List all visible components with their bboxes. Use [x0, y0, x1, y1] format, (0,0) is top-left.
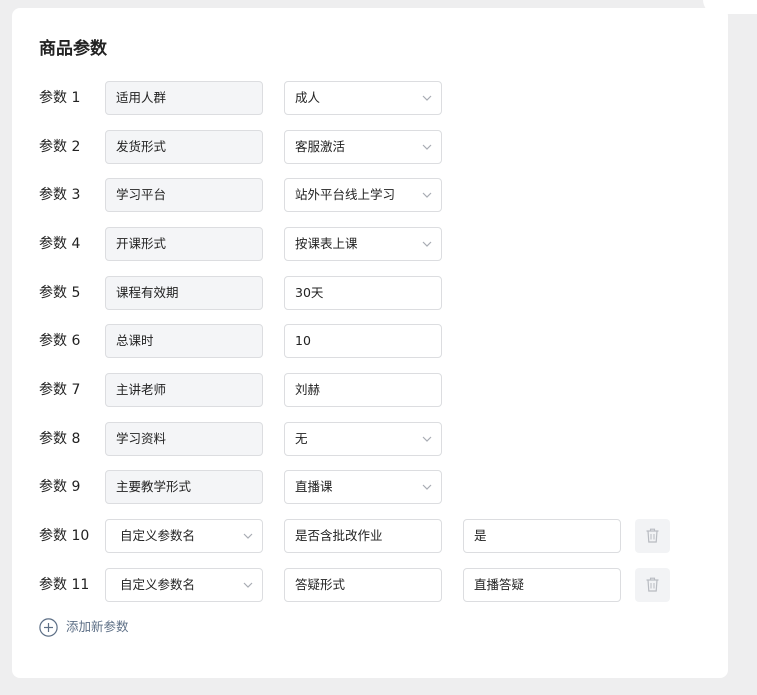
- param-type-select[interactable]: 自定义参数名: [105, 568, 263, 602]
- param-name-input[interactable]: 答疑形式: [284, 568, 442, 602]
- param-value-text: 直播课: [295, 479, 333, 494]
- param-row-custom: 参数 11 自定义参数名 答疑形式 直播答疑: [12, 568, 728, 602]
- param-row: 参数 6 总课时 10: [12, 324, 728, 358]
- param-value-text: 是: [474, 528, 487, 543]
- add-param-label: 添加新参数: [66, 619, 129, 634]
- param-value-text: 站外平台线上学习: [295, 187, 396, 202]
- param-name-text: 学习资料: [116, 431, 167, 446]
- chevron-down-icon: [422, 241, 432, 247]
- param-value-input[interactable]: 刘赫: [284, 373, 442, 407]
- param-name-text: 发货形式: [116, 139, 167, 154]
- param-row: 参数 3 学习平台 站外平台线上学习: [12, 178, 728, 212]
- chevron-down-icon: [422, 436, 432, 442]
- param-name-field: 主要教学形式: [105, 470, 263, 504]
- chevron-down-icon: [422, 144, 432, 150]
- trash-icon: [646, 528, 659, 543]
- param-value-select[interactable]: 无: [284, 422, 442, 456]
- params-panel: 商品参数 参数 1 适用人群 成人 参数 2 发货形式 客服激活 参数 3 学习…: [12, 8, 728, 678]
- param-value-select[interactable]: 成人: [284, 81, 442, 115]
- param-name-text: 主讲老师: [116, 382, 167, 397]
- param-value-text: 成人: [295, 90, 321, 105]
- param-label: 参数 2: [39, 139, 81, 155]
- plus-circle-icon: [39, 617, 58, 637]
- param-label: 参数 11: [39, 577, 90, 593]
- param-name-field: 总课时: [105, 324, 263, 358]
- param-value-input[interactable]: 直播答疑: [463, 568, 621, 602]
- param-value-input[interactable]: 是: [463, 519, 621, 553]
- param-label: 参数 8: [39, 431, 81, 447]
- param-label: 参数 6: [39, 333, 81, 349]
- chevron-down-icon: [422, 192, 432, 198]
- param-name-field: 课程有效期: [105, 276, 263, 310]
- delete-param-button[interactable]: [635, 568, 670, 602]
- trash-icon: [646, 577, 659, 592]
- param-row: 参数 5 课程有效期 30天: [12, 276, 728, 310]
- param-value-select[interactable]: 站外平台线上学习: [284, 178, 442, 212]
- param-name-text: 答疑形式: [295, 577, 346, 592]
- param-name-text: 课程有效期: [116, 285, 179, 300]
- section-title: 商品参数: [39, 39, 107, 59]
- param-type-text: 自定义参数名: [120, 577, 196, 592]
- param-label: 参数 1: [39, 90, 81, 106]
- param-name-text: 总课时: [116, 333, 154, 348]
- param-value-input[interactable]: 10: [284, 324, 442, 358]
- param-value-text: 直播答疑: [474, 577, 525, 592]
- param-row-custom: 参数 10 自定义参数名 是否含批改作业 是: [12, 519, 728, 553]
- param-name-text: 学习平台: [116, 187, 167, 202]
- param-row: 参数 2 发货形式 客服激活: [12, 130, 728, 164]
- param-value-select[interactable]: 客服激活: [284, 130, 442, 164]
- delete-param-button[interactable]: [635, 519, 670, 553]
- param-label: 参数 4: [39, 236, 81, 252]
- param-name-text: 开课形式: [116, 236, 167, 251]
- param-value-text: 客服激活: [295, 139, 346, 154]
- param-name-field: 发货形式: [105, 130, 263, 164]
- param-name-field: 学习资料: [105, 422, 263, 456]
- param-value-input[interactable]: 30天: [284, 276, 442, 310]
- param-name-field: 主讲老师: [105, 373, 263, 407]
- param-row: 参数 8 学习资料 无: [12, 422, 728, 456]
- param-value-text: 30天: [295, 285, 324, 300]
- param-name-field: 开课形式: [105, 227, 263, 261]
- param-name-field: 适用人群: [105, 81, 263, 115]
- param-label: 参数 5: [39, 285, 81, 301]
- param-label: 参数 3: [39, 187, 81, 203]
- chevron-down-icon: [243, 582, 253, 588]
- param-value-text: 无: [295, 431, 308, 446]
- param-row: 参数 1 适用人群 成人: [12, 81, 728, 115]
- chevron-down-icon: [422, 484, 432, 490]
- param-value-text: 刘赫: [295, 382, 321, 397]
- param-type-text: 自定义参数名: [120, 528, 196, 543]
- param-name-text: 适用人群: [116, 90, 167, 105]
- param-type-select[interactable]: 自定义参数名: [105, 519, 263, 553]
- param-row: 参数 4 开课形式 按课表上课: [12, 227, 728, 261]
- param-name-field: 学习平台: [105, 178, 263, 212]
- add-param-button[interactable]: 添加新参数: [39, 617, 129, 637]
- param-value-text: 10: [295, 333, 311, 348]
- param-row: 参数 9 主要教学形式 直播课: [12, 470, 728, 504]
- param-name-text: 是否含批改作业: [295, 528, 383, 543]
- param-label: 参数 10: [39, 528, 90, 544]
- param-label: 参数 7: [39, 382, 81, 398]
- param-name-text: 主要教学形式: [116, 479, 192, 494]
- chevron-down-icon: [422, 95, 432, 101]
- param-value-select[interactable]: 直播课: [284, 470, 442, 504]
- param-label: 参数 9: [39, 479, 81, 495]
- param-row: 参数 7 主讲老师 刘赫: [12, 373, 728, 407]
- param-name-input[interactable]: 是否含批改作业: [284, 519, 442, 553]
- param-value-select[interactable]: 按课表上课: [284, 227, 442, 261]
- param-value-text: 按课表上课: [295, 236, 358, 251]
- chevron-down-icon: [243, 533, 253, 539]
